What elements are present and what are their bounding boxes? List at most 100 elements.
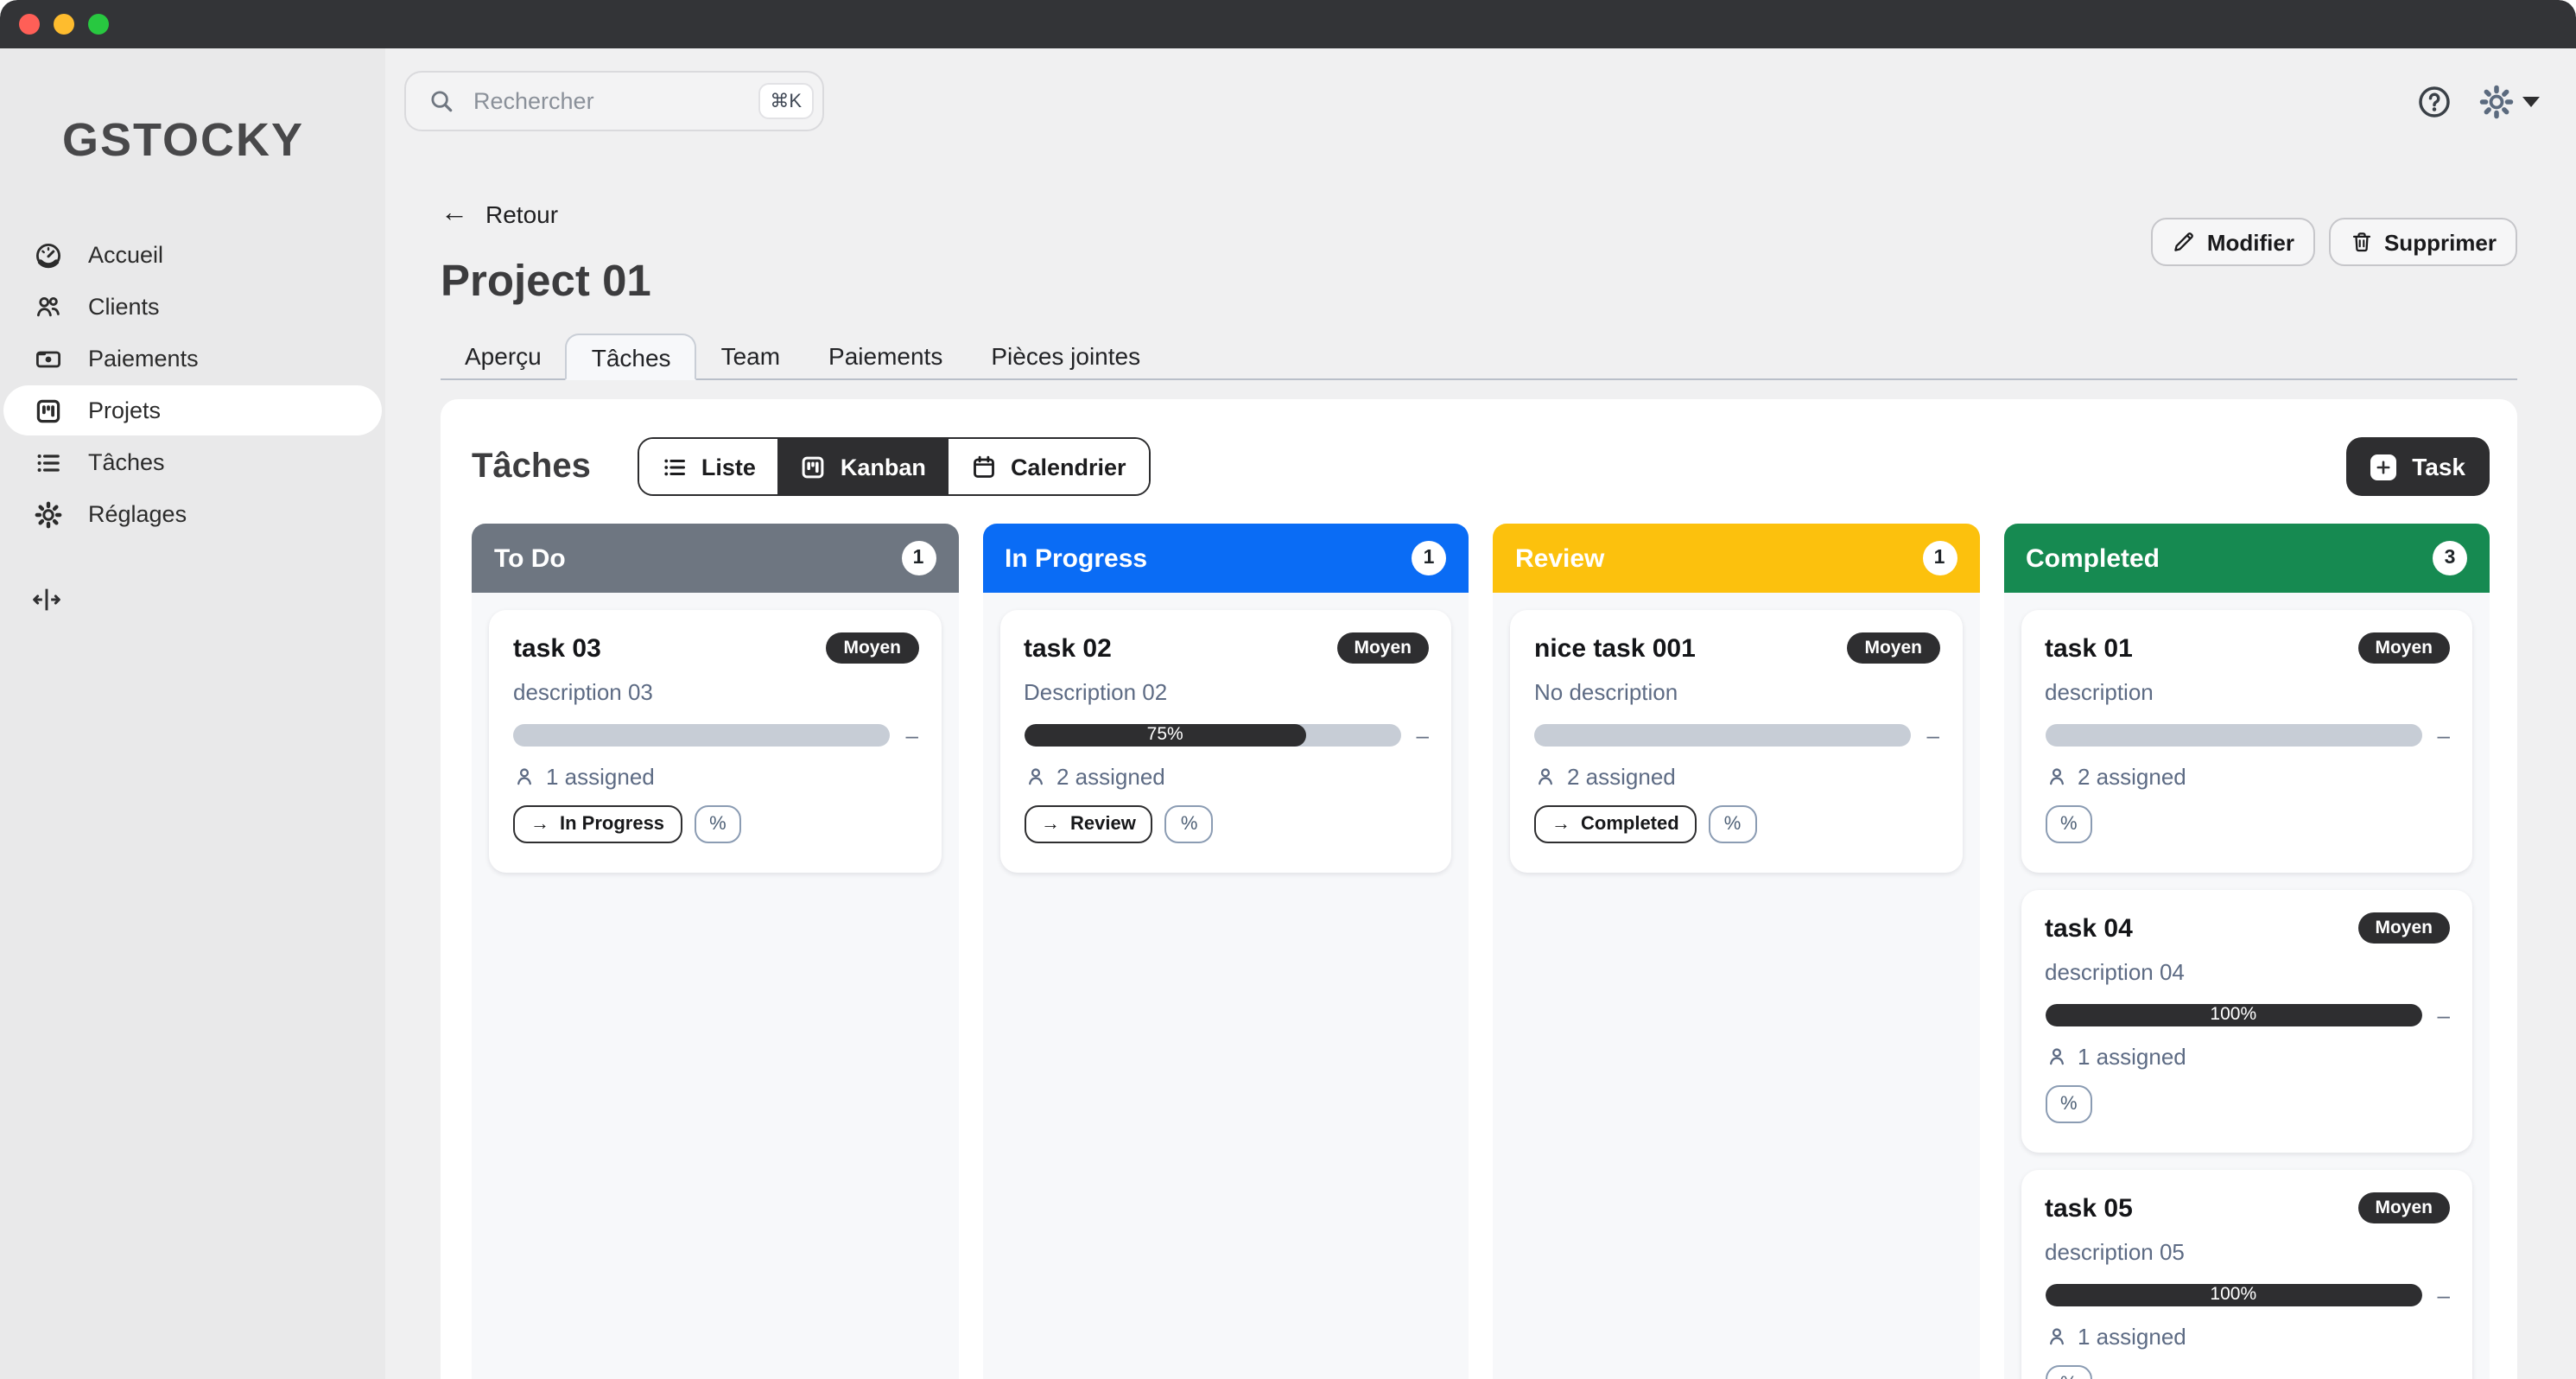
priority-badge: Moyen: [1336, 632, 1429, 664]
assigned-row: 1 assigned: [2045, 1044, 2450, 1070]
sidebar-item-clients[interactable]: Clients: [3, 282, 382, 332]
search-bar[interactable]: ⌘K: [404, 71, 824, 131]
set-progress-button[interactable]: %: [2045, 1365, 2093, 1379]
card-actions: %: [2045, 1085, 2450, 1123]
progress-bar: [1534, 724, 1912, 747]
search-input[interactable]: [470, 86, 742, 116]
progress-row: –: [2045, 724, 2450, 747]
assigned-count: 2 assigned: [1056, 764, 1165, 790]
tab-apercu[interactable]: Aperçu: [441, 334, 566, 378]
kanban-icon: [35, 397, 62, 424]
sidebar-item-accueil[interactable]: Accueil: [3, 230, 382, 280]
search-icon: [428, 88, 454, 114]
view-toggle: Liste Kanban Calendrier: [638, 437, 1151, 496]
move-to-status-button[interactable]: →Review: [1024, 805, 1153, 843]
sidebar-item-reglages[interactable]: Réglages: [3, 489, 382, 539]
add-task-button[interactable]: Task: [2346, 437, 2490, 496]
person-icon: [2045, 1325, 2067, 1348]
column-body: nice task 001 Moyen No description –: [1493, 593, 1979, 1379]
task-description: No description: [1534, 679, 1939, 707]
zoom-window-button[interactable]: [88, 14, 109, 35]
delete-project-button[interactable]: Supprimer: [2329, 218, 2517, 266]
set-progress-button[interactable]: %: [2045, 1085, 2093, 1123]
tab-pieces-jointes[interactable]: Pièces jointes: [967, 334, 1164, 378]
minimize-window-button[interactable]: [54, 14, 74, 35]
column-count-badge: 1: [1922, 541, 1957, 575]
help-icon[interactable]: [2417, 84, 2452, 118]
column-name: To Do: [494, 543, 566, 573]
set-progress-button[interactable]: %: [694, 805, 742, 843]
close-window-button[interactable]: [19, 14, 40, 35]
card-actions: →Review %: [1024, 805, 1429, 843]
sidebar-item-paiements[interactable]: Paiements: [3, 334, 382, 384]
tasks-panel: Tâches Liste Kanban: [441, 399, 2517, 1379]
column-name: Completed: [2026, 543, 2160, 573]
assigned-count: 2 assigned: [2078, 764, 2186, 790]
task-card[interactable]: task 05 Moyen description 05 100% –: [2021, 1170, 2472, 1379]
task-card[interactable]: task 03 Moyen description 03 –: [489, 610, 941, 873]
task-title: task 02: [1024, 632, 1112, 665]
kanban-column-completed: Completed 3 task 01 Moyen description: [2003, 524, 2490, 1379]
set-progress-button[interactable]: %: [1165, 805, 1214, 843]
move-to-status-button[interactable]: →In Progress: [513, 805, 682, 843]
tab-taches[interactable]: Tâches: [566, 334, 697, 380]
page-header: Project 01 Modifier Supprimer: [441, 256, 2517, 308]
set-progress-button[interactable]: %: [2045, 805, 2093, 843]
page: ← Retour Project 01 Modifier Supprimer: [441, 131, 2517, 1379]
list-icon: [662, 454, 688, 480]
task-card[interactable]: task 01 Moyen description –: [2021, 610, 2472, 873]
column-count-badge: 1: [901, 541, 936, 575]
list-icon: [35, 448, 62, 476]
set-progress-button[interactable]: %: [1709, 805, 1757, 843]
assigned-count: 1 assigned: [546, 764, 655, 790]
sidebar-item-label: Paiements: [88, 346, 199, 372]
sidebar-item-projets[interactable]: Projets: [3, 385, 382, 435]
sidebar-item-label: Projets: [88, 397, 161, 423]
column-header: Review 1: [1493, 524, 1979, 593]
assigned-count: 1 assigned: [2078, 1324, 2186, 1350]
sidebar: GSTOCKY Accueil Clients Paiements Projet…: [0, 48, 385, 1379]
app-window: GSTOCKY Accueil Clients Paiements Projet…: [0, 0, 2576, 1379]
page-header-actions: Modifier Supprimer: [2152, 218, 2517, 266]
view-liste-button[interactable]: Liste: [639, 439, 778, 494]
tasks-heading: Tâches: [472, 447, 591, 486]
progress-bar: [2045, 724, 2422, 747]
gear-icon: [35, 500, 62, 528]
task-card[interactable]: task 02 Moyen Description 02 75% –: [999, 610, 1451, 873]
task-title: task 04: [2045, 912, 2133, 945]
task-card[interactable]: nice task 001 Moyen No description –: [1510, 610, 1962, 873]
assigned-row: 2 assigned: [1534, 764, 1939, 790]
add-task-label: Task: [2412, 453, 2465, 480]
column-body: task 01 Moyen description –: [2003, 593, 2490, 1379]
tab-paiements[interactable]: Paiements: [804, 334, 967, 378]
sidebar-item-label: Tâches: [88, 449, 165, 475]
chevron-down-icon: [2522, 96, 2540, 106]
view-kanban-button[interactable]: Kanban: [778, 439, 949, 494]
arrow-right-icon: →: [530, 814, 549, 835]
column-count-badge: 3: [2433, 541, 2467, 575]
person-icon: [2045, 1045, 2067, 1068]
tab-team[interactable]: Team: [697, 334, 804, 378]
sidebar-menu: Accueil Clients Paiements Projets Tâches: [0, 230, 385, 539]
pencil-icon: [2173, 230, 2197, 254]
progress-fill: 100%: [2045, 1284, 2422, 1306]
sidebar-collapse-button[interactable]: [0, 584, 385, 624]
progress-empty-mark: –: [906, 724, 918, 747]
move-to-status-button[interactable]: →Completed: [1534, 805, 1697, 843]
card-actions: →Completed %: [1534, 805, 1939, 843]
settings-menu-button[interactable]: [2479, 84, 2540, 118]
topbar-actions: [2417, 84, 2540, 118]
task-description: description 03: [513, 679, 918, 707]
priority-badge: Moyen: [2357, 1192, 2450, 1223]
progress-row: –: [513, 724, 918, 747]
column-body: task 03 Moyen description 03 –: [472, 593, 958, 1379]
delete-label: Supprimer: [2384, 229, 2497, 255]
progress-bar: 75%: [1024, 724, 1401, 747]
edit-project-button[interactable]: Modifier: [2152, 218, 2315, 266]
task-card[interactable]: task 04 Moyen description 04 100% –: [2021, 890, 2472, 1153]
view-calendrier-button[interactable]: Calendrier: [949, 439, 1149, 494]
sidebar-item-taches[interactable]: Tâches: [3, 437, 382, 487]
progress-fill: 75%: [1024, 724, 1306, 747]
task-title: task 03: [513, 632, 601, 665]
task-title: task 01: [2045, 632, 2133, 665]
